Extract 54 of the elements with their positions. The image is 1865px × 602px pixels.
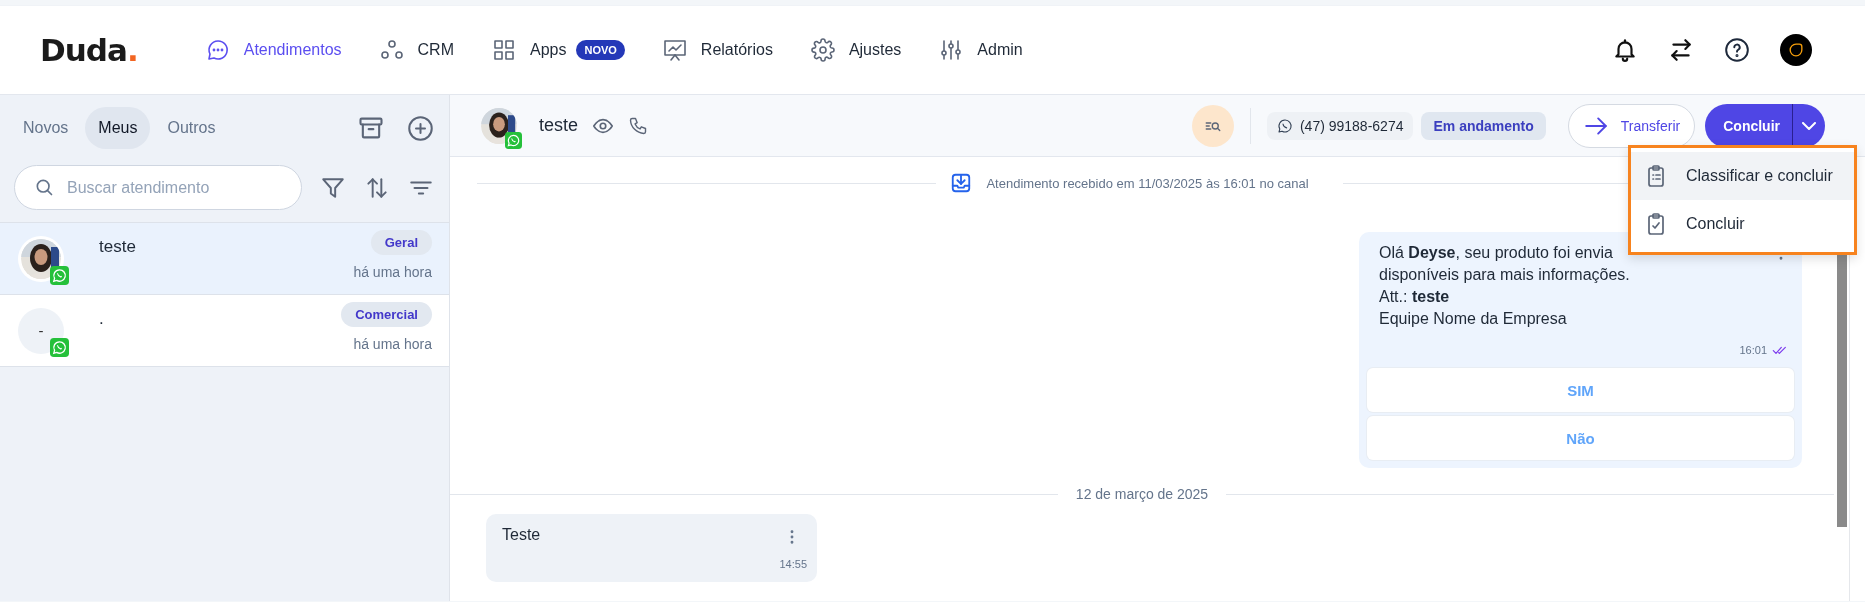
menu-item[interactable]: Classificar e concluir [1631, 152, 1854, 200]
message-text: Equipe Nome da Empresa [1378, 309, 1568, 329]
nodes-icon [379, 38, 404, 62]
whatsapp-icon [505, 131, 522, 149]
message-text: Teste [501, 525, 542, 545]
message-time: 16:01 [1739, 344, 1767, 356]
message-time: 14:55 [779, 558, 807, 570]
help-icon[interactable] [1724, 37, 1750, 63]
time-ago: há uma hora [353, 336, 432, 352]
date-divider: 12 de março de 2025 [1075, 486, 1209, 502]
nav-tab[interactable]: Apps NOVO [492, 38, 625, 62]
swap-arrows-icon[interactable] [1668, 37, 1694, 63]
menu-item[interactable]: Concluir [1631, 200, 1854, 248]
chart-board-icon [662, 38, 687, 62]
bell-icon[interactable] [1612, 37, 1638, 63]
phone-chip: (47) 99188-6274 [1266, 111, 1414, 140]
search-field[interactable]: Buscar atendimento [14, 165, 302, 210]
message-text: Olá Deyse, seu produto foi envia [1378, 243, 1614, 263]
department-tag: Geral [370, 230, 432, 255]
search-messages-button[interactable] [1191, 104, 1234, 147]
avatar-initials: - [18, 307, 64, 354]
whatsapp-outline-icon [1276, 117, 1293, 134]
nav-tab[interactable]: Relatórios [662, 38, 773, 62]
whatsapp-icon [50, 265, 69, 285]
message-text: Att.: teste [1378, 287, 1451, 307]
chevron-down-icon [1802, 121, 1816, 130]
nav-tab[interactable]: Ajustes [810, 38, 902, 62]
settings-icon [810, 38, 835, 62]
nav-tab[interactable]: Admin [939, 38, 1023, 62]
phone-icon[interactable] [628, 115, 649, 136]
message-text: disponíveis para mais informações. [1378, 265, 1631, 285]
whatsapp-icon [50, 337, 69, 357]
time-ago: há uma hora [353, 264, 432, 280]
nav-tab[interactable]: Atendimentos [205, 38, 342, 62]
nav-tab[interactable]: CRM [379, 38, 454, 62]
brand-logo: Duda. [40, 32, 138, 68]
filter-tab[interactable]: Meus [85, 107, 151, 149]
inbox-download-icon [950, 172, 973, 194]
system-message: Atendimento recebido em 11/03/2025 às 16:01 no canal [986, 175, 1309, 191]
filter-tab[interactable]: Novos [10, 107, 82, 149]
conversation-item[interactable]: teste Geral há uma hora [0, 223, 449, 295]
sliders-icon [939, 38, 964, 62]
filter-tab[interactable]: Outros [154, 107, 229, 149]
department-tag: Comercial [341, 302, 432, 327]
status-tag: Em andamento [1421, 111, 1546, 140]
add-circle-icon[interactable] [407, 114, 434, 142]
contact-name: teste [539, 115, 579, 136]
new-badge: NOVO [576, 40, 625, 60]
user-avatar[interactable] [1780, 34, 1812, 66]
grid-icon [492, 38, 516, 62]
search-icon [34, 177, 54, 197]
conversation-item[interactable]: - . Comercial há uma hora [0, 295, 449, 367]
transfer-button[interactable]: Transferir [1567, 103, 1696, 148]
chat-bubble-icon [205, 38, 230, 62]
